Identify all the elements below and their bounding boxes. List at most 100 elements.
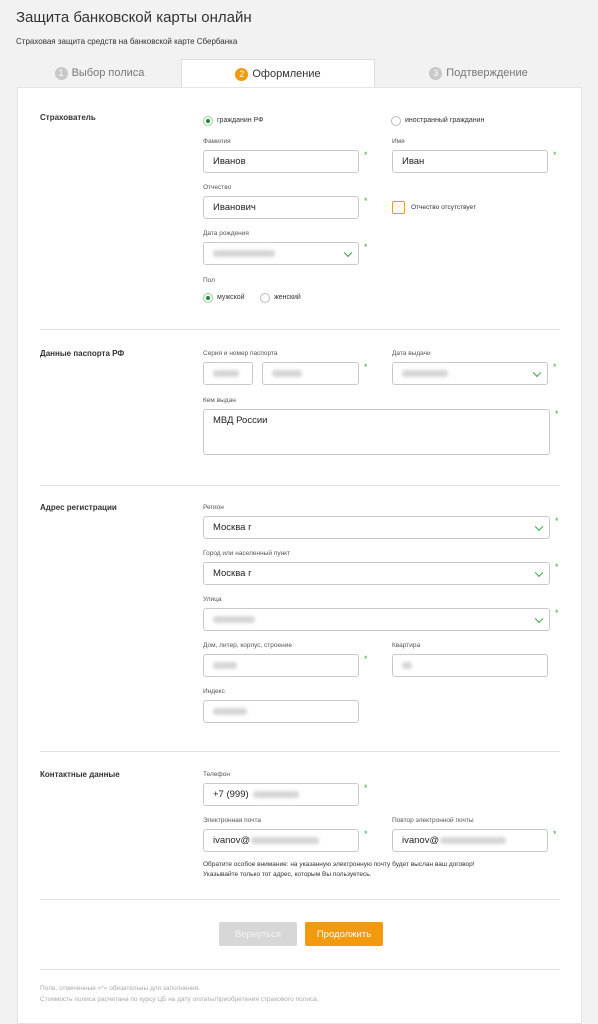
issue-date-label: Дата выдачи xyxy=(392,350,431,357)
required-mark: * xyxy=(555,409,559,419)
birthdate-select[interactable] xyxy=(203,242,359,265)
section-divider xyxy=(40,969,560,970)
apartment-label: Квартира xyxy=(392,642,421,649)
required-mark: * xyxy=(364,362,368,372)
blurred-value xyxy=(213,708,247,715)
surname-field[interactable]: Иванов xyxy=(203,150,359,173)
step-number-3: 3 xyxy=(429,66,443,80)
name-field[interactable]: Иван xyxy=(392,150,548,173)
radio-citizen-rf[interactable]: гражданин РФ xyxy=(203,112,264,130)
phone-prefix: +7 (999) xyxy=(213,789,249,800)
tab-step-2[interactable]: 2 Оформление xyxy=(181,59,375,88)
footer-notes: Поля, отмеченные «*» обязательны для зап… xyxy=(40,983,319,1005)
continue-button[interactable]: Продолжить xyxy=(305,922,383,946)
blurred-value xyxy=(402,662,412,669)
tab-step-1[interactable]: 1 Выбор полиса xyxy=(17,59,182,87)
blurred-value xyxy=(440,837,507,844)
email-repeat-label: Повтор электронной почты xyxy=(392,817,474,824)
required-mark: * xyxy=(364,783,368,793)
issued-by-textarea[interactable]: МВД России xyxy=(203,409,550,455)
city-value: Москва г xyxy=(213,568,252,579)
email-notice-line-2: Указывайте только тот адрес, которым Вы … xyxy=(203,871,372,878)
radio-label: мужской xyxy=(217,294,245,302)
footer-rate-note: Стоимость полиса расчитана по курсу ЦБ н… xyxy=(40,996,319,1003)
chevron-down-icon xyxy=(534,568,544,577)
blurred-value xyxy=(213,616,255,623)
required-mark: * xyxy=(553,829,557,839)
radio-label: гражданин РФ xyxy=(217,117,264,125)
required-mark: * xyxy=(555,608,559,618)
required-mark: * xyxy=(553,150,557,160)
region-label: Регион xyxy=(203,504,224,511)
radio-dot-on xyxy=(203,115,213,126)
section-address-label: Адрес регистрации xyxy=(40,503,117,512)
blurred-value xyxy=(213,662,237,669)
name-value: Иван xyxy=(402,156,425,167)
chevron-down-icon xyxy=(343,248,353,257)
birthdate-label: Дата рождения xyxy=(203,230,249,237)
email-notice: Обратите особое внимание: на указанную э… xyxy=(203,860,558,880)
radio-dot-on xyxy=(203,292,213,303)
page-subtitle: Страховая защита средств на банковской к… xyxy=(16,37,238,46)
section-divider xyxy=(40,485,560,486)
city-select[interactable]: Москва г xyxy=(203,562,550,585)
radio-dot-off xyxy=(260,292,270,303)
region-select[interactable]: Москва г xyxy=(203,516,550,539)
street-select[interactable] xyxy=(203,608,550,631)
house-field[interactable] xyxy=(203,654,359,677)
index-field[interactable] xyxy=(203,700,359,723)
street-label: Улица xyxy=(203,596,222,603)
required-mark: * xyxy=(364,829,368,839)
required-mark: * xyxy=(364,150,368,160)
blurred-value xyxy=(402,370,448,377)
required-mark: * xyxy=(555,562,559,572)
email-repeat-prefix: ivanov@ xyxy=(402,835,440,846)
phone-label: Телефон xyxy=(203,771,230,778)
blurred-value xyxy=(251,837,320,844)
email-field[interactable]: ivanov@ xyxy=(203,829,359,852)
back-button[interactable]: Вернуться xyxy=(219,922,297,946)
email-prefix: ivanov@ xyxy=(213,835,251,846)
blurred-value xyxy=(213,370,239,377)
chevron-down-icon xyxy=(534,522,544,531)
passport-series-field[interactable] xyxy=(203,362,253,385)
chevron-down-icon xyxy=(534,614,544,623)
issue-date-select[interactable] xyxy=(392,362,548,385)
blurred-value xyxy=(213,250,275,257)
phone-field[interactable]: +7 (999) xyxy=(203,783,359,806)
section-divider xyxy=(40,329,560,330)
patronymic-field[interactable]: Иванович xyxy=(203,196,359,219)
no-patronymic-checkbox[interactable] xyxy=(392,201,405,214)
section-contacts-label: Контактные данные xyxy=(40,770,120,779)
page-title: Защита банковской карты онлайн xyxy=(16,9,252,26)
tab-label: Выбор полиса xyxy=(71,67,145,79)
city-label: Город или населенный пункт xyxy=(203,550,291,557)
radio-gender-male[interactable]: мужской xyxy=(203,289,245,307)
patronymic-value: Иванович xyxy=(213,202,256,213)
required-mark: * xyxy=(553,362,557,372)
section-divider xyxy=(40,751,560,752)
apartment-field[interactable] xyxy=(392,654,548,677)
chevron-down-icon xyxy=(532,368,542,377)
passport-series-label: Серия и номер паспорта xyxy=(203,350,278,357)
radio-foreign-citizen[interactable]: иностранный гражданин xyxy=(391,112,484,130)
tab-step-3[interactable]: 3 Подтверждение xyxy=(375,59,582,87)
radio-label: женский xyxy=(274,294,301,302)
required-mark: * xyxy=(364,654,368,664)
form-card: Страхователь гражданин РФ иностранный гр… xyxy=(17,87,582,1024)
surname-label: Фамилия xyxy=(203,138,231,145)
email-repeat-field[interactable]: ivanov@ xyxy=(392,829,548,852)
radio-gender-female[interactable]: женский xyxy=(260,289,301,307)
tab-label: Подтверждение xyxy=(446,67,528,79)
section-divider xyxy=(40,899,560,900)
radio-dot-off xyxy=(391,115,401,126)
passport-number-field[interactable] xyxy=(262,362,359,385)
issued-by-value: МВД России xyxy=(213,415,268,426)
patronymic-label: Отчество xyxy=(203,184,232,191)
surname-value: Иванов xyxy=(213,156,246,167)
issued-by-label: Кем выдан xyxy=(203,397,236,404)
section-insurer-label: Страхователь xyxy=(40,113,96,122)
required-mark: * xyxy=(555,516,559,526)
email-label: Электронная почта xyxy=(203,817,262,824)
required-mark: * xyxy=(364,196,368,206)
